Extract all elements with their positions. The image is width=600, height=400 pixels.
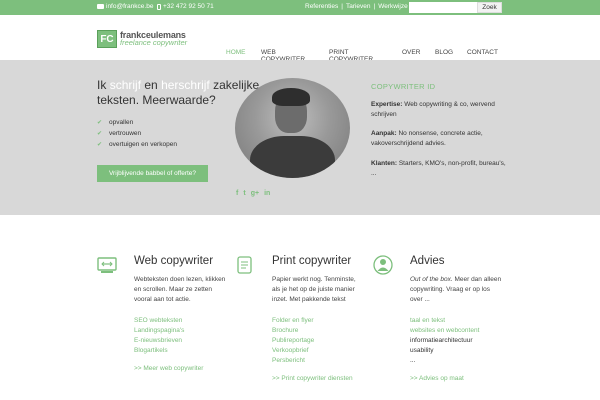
search-button[interactable]: Zoek <box>477 2 502 13</box>
headline-part: Ik <box>97 78 107 92</box>
check-icon: ✔ <box>97 142 103 148</box>
column-title: Print copywriter <box>272 255 352 267</box>
benefit-item: ✔ vertrouwen <box>97 128 177 139</box>
column-title: Web copywriter <box>134 255 214 267</box>
copywriter-id-title: COPYWRITER ID <box>371 82 436 91</box>
column-desc-emphasis: Out of the box. <box>410 276 453 283</box>
scroll-icon <box>237 256 252 274</box>
logo-text: frankceulemans freelance copywriter <box>120 31 187 47</box>
top-bar: info@frankce.be +32 472 92 50 71 Referen… <box>0 0 600 15</box>
portrait-body <box>250 136 335 178</box>
person-icon <box>373 255 393 275</box>
benefit-item: ✔ overtuigen en verkopen <box>97 139 177 150</box>
facebook-icon[interactable]: f <box>236 190 238 197</box>
twitter-icon[interactable]: t <box>243 190 245 197</box>
service-links: Folder en flyer Brochure Publireportage … <box>272 316 364 366</box>
benefit-item: ✔ opvallen <box>97 117 177 128</box>
envelope-icon <box>97 4 104 9</box>
top-link-werkwijze[interactable]: Werkwijze <box>378 3 408 10</box>
top-links: Referenties | Tarieven | Werkwijze <box>305 3 408 10</box>
service-link[interactable]: Persbericht <box>272 356 364 366</box>
service-item: ... <box>410 357 416 364</box>
column-desc: Webteksten doen lezen, klikken en scroll… <box>134 276 226 303</box>
headline-highlight-schrijf: schrijf <box>109 78 142 92</box>
service-links: taal en tekst websites en webcontent inf… <box>410 316 502 366</box>
phone-text[interactable]: +32 472 92 50 71 <box>163 3 214 10</box>
search-input[interactable] <box>409 2 477 13</box>
aanpak-label: Aanpak: <box>371 130 397 137</box>
column-title: Advies <box>410 255 445 267</box>
hero-section: Ik schrijf en herschrijf zakelijke tekst… <box>0 60 600 215</box>
monitor-icon <box>97 257 117 273</box>
logo[interactable]: FC frankceulemans freelance copywriter <box>97 30 187 48</box>
benefit-label: opvallen <box>109 119 134 126</box>
linkedin-icon[interactable]: in <box>264 190 270 197</box>
check-icon: ✔ <box>97 131 103 137</box>
email-contact[interactable]: info@frankce.be <box>97 3 153 10</box>
klanten-label: Klanten: <box>371 160 397 167</box>
benefit-label: vertrouwen <box>109 130 142 137</box>
headline-part: en <box>144 78 158 92</box>
phone-icon <box>157 3 161 10</box>
service-link[interactable]: taal en tekst <box>410 316 502 326</box>
logo-mark: FC <box>97 30 117 48</box>
service-link[interactable]: Folder en flyer <box>272 316 364 326</box>
separator: | <box>341 3 343 10</box>
nav-over[interactable]: OVER <box>402 49 420 56</box>
service-links: SEO webteksten Landingspagina's E-nieuws… <box>134 316 226 356</box>
phone-contact[interactable]: +32 472 92 50 71 <box>157 3 214 10</box>
column-desc: Papier werkt nog. Tenminste, als je het … <box>272 276 356 303</box>
service-item: usability <box>410 347 434 354</box>
service-link[interactable]: websites en webcontent <box>410 326 502 336</box>
service-link[interactable]: Landingspagina's <box>134 326 226 336</box>
nav-home[interactable]: HOME <box>226 49 246 56</box>
service-link[interactable]: Brochure <box>272 326 364 336</box>
service-link[interactable]: Publireportage <box>272 336 364 346</box>
expertise-label: Expertise: <box>371 101 403 108</box>
logo-tagline: freelance copywriter <box>120 38 188 47</box>
service-link[interactable]: E-nieuwsbrieven <box>134 336 226 346</box>
nav-contact[interactable]: CONTACT <box>467 49 498 56</box>
more-link[interactable]: >> Advies op maat <box>410 375 464 382</box>
expertise-block: Expertise: Web copywriting & co, wervend… <box>371 100 511 120</box>
more-link[interactable]: >> Print copywriter diensten <box>272 375 353 382</box>
social-links: f t g+ in <box>236 190 270 197</box>
top-link-referenties[interactable]: Referenties <box>305 3 338 10</box>
benefits-list: ✔ opvallen ✔ vertrouwen ✔ overtuigen en ver… <box>97 117 177 150</box>
klanten-block: Klanten: Starters, KMO's, non-profit, bu… <box>371 159 511 179</box>
portrait-hair <box>272 88 310 106</box>
aanpak-block: Aanpak: No nonsense, concrete actie, vak… <box>371 129 511 149</box>
separator: | <box>373 3 376 10</box>
benefit-label: overtuigen en verkopen <box>109 141 177 148</box>
cta-button[interactable]: Vrijblijvende babbel of offerte? <box>97 165 208 182</box>
googleplus-icon[interactable]: g+ <box>251 190 259 197</box>
headline-highlight-herschrijf: herschrijf <box>161 78 210 92</box>
service-link[interactable]: Verkoopbrief <box>272 346 364 356</box>
top-link-tarieven[interactable]: Tarieven <box>346 3 371 10</box>
service-link[interactable]: SEO webteksten <box>134 316 226 326</box>
check-icon: ✔ <box>97 120 103 126</box>
portrait-photo <box>235 78 350 178</box>
column-desc: Out of the box. Meer dan alleen copywrit… <box>410 275 502 305</box>
service-link[interactable]: Blogartikels <box>134 346 226 356</box>
more-link[interactable]: >> Meer web copywriter <box>134 365 203 372</box>
email-text[interactable]: info@frankce.be <box>106 3 153 10</box>
nav-blog[interactable]: BLOG <box>435 49 453 56</box>
header: FC frankceulemans freelance copywriter H… <box>0 15 600 63</box>
service-item: informatiearchitectuur <box>410 337 473 344</box>
